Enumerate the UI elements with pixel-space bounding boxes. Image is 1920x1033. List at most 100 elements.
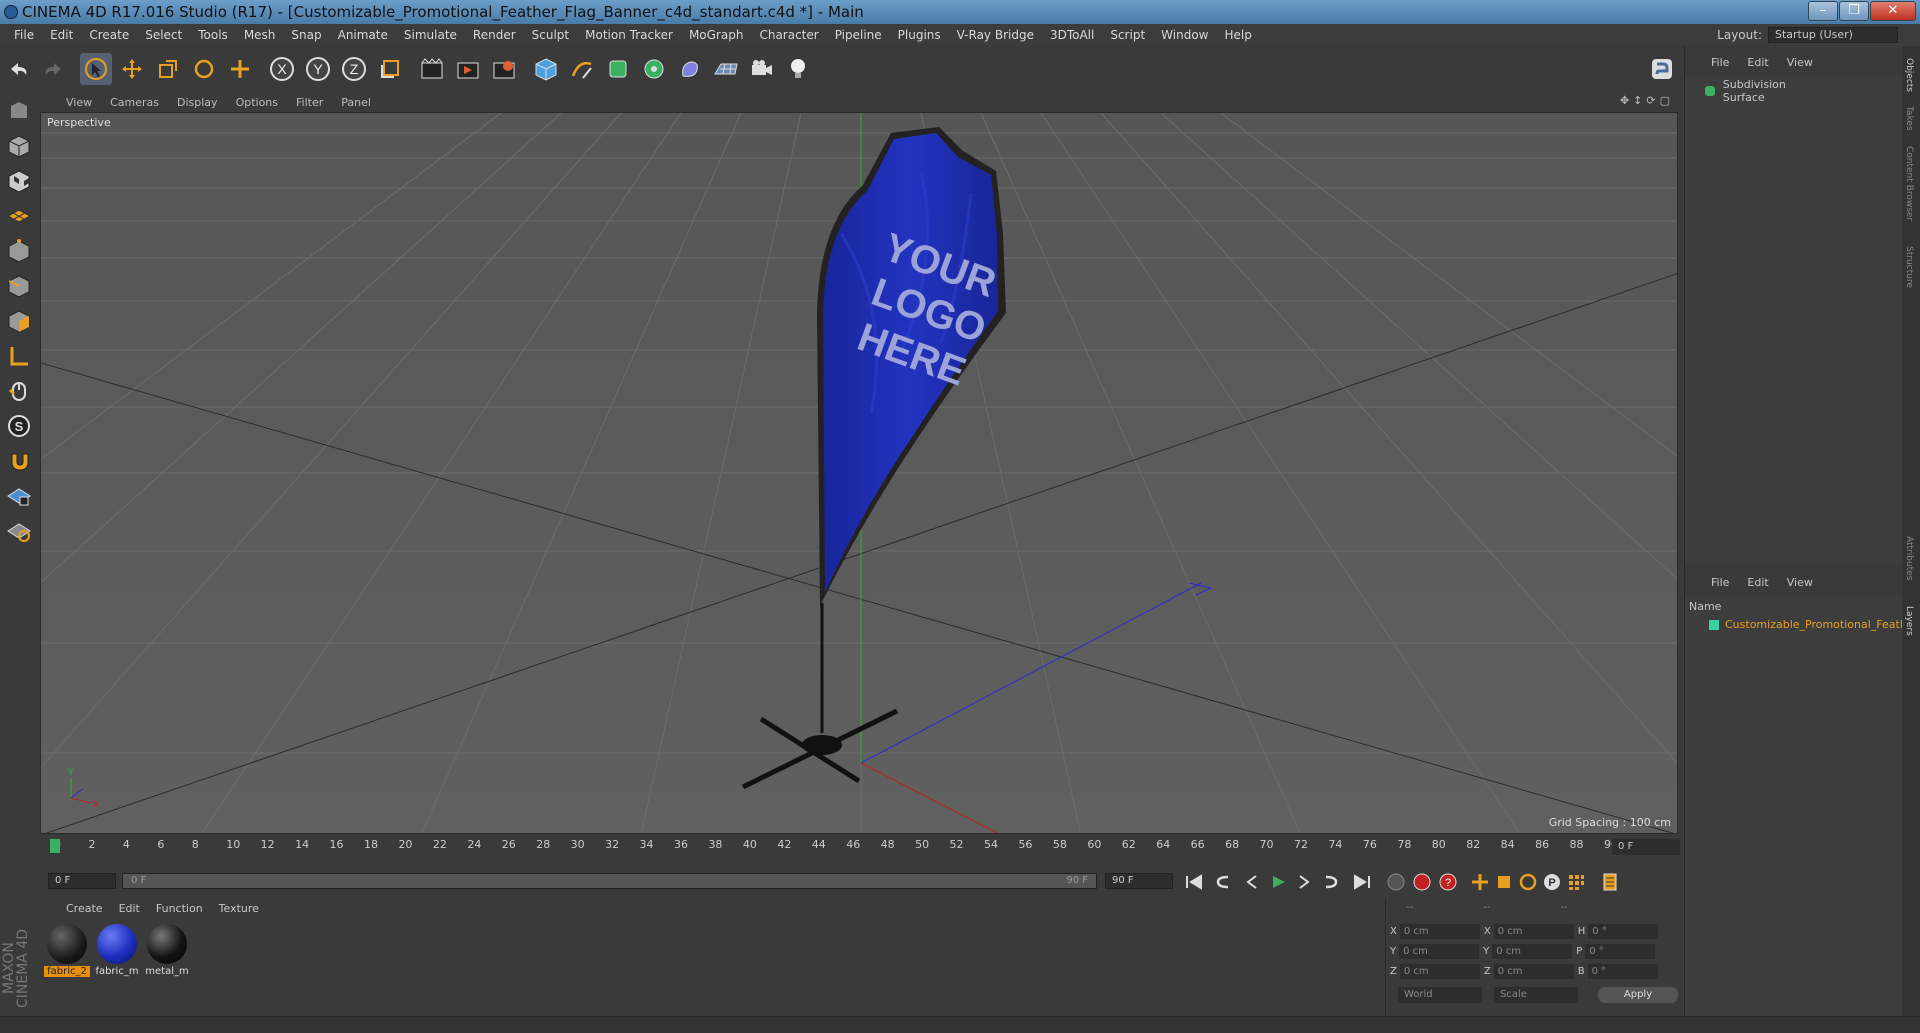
preview-range-slider[interactable]: 0 F 90 F <box>122 873 1097 889</box>
menu-sculpt[interactable]: Sculpt <box>532 28 569 42</box>
light-icon[interactable] <box>782 53 814 85</box>
coordinate-mode-dropdown[interactable]: Scale <box>1494 987 1578 1003</box>
move-icon[interactable] <box>116 53 148 85</box>
mat-menu-create[interactable]: Create <box>66 902 103 915</box>
grid-snap-icon[interactable] <box>3 480 35 512</box>
end-frame-field[interactable]: 90 F <box>1105 873 1173 889</box>
tab-objects[interactable]: Objects <box>1904 58 1914 92</box>
tweak-mode-icon[interactable] <box>3 375 35 407</box>
size-y-field[interactable]: 0 cm <box>1492 943 1573 959</box>
position-y-field[interactable]: 0 cm <box>1399 943 1480 959</box>
model-mode-icon[interactable] <box>3 130 35 162</box>
minimize-button[interactable]: – <box>1808 1 1838 21</box>
layer-menu-view[interactable]: View <box>1787 576 1813 589</box>
camera-icon[interactable] <box>746 53 778 85</box>
loop-icon[interactable] <box>1318 870 1342 894</box>
layout-dropdown[interactable]: Startup (User) <box>1768 27 1898 43</box>
undo-icon[interactable] <box>2 53 34 85</box>
rotation-b-field[interactable]: 0 ° <box>1587 963 1658 979</box>
next-frame-icon[interactable] <box>1292 870 1316 894</box>
vp-menu-filter[interactable]: Filter <box>296 96 323 109</box>
vp-menu-view[interactable]: View <box>66 96 92 109</box>
menu-snap[interactable]: Snap <box>291 28 321 42</box>
record-keys-icon[interactable] <box>1410 870 1434 894</box>
start-frame-field[interactable]: 0 F <box>48 873 116 889</box>
menu-edit[interactable]: Edit <box>50 28 73 42</box>
points-mode-icon[interactable] <box>3 235 35 267</box>
menu-motion-tracker[interactable]: Motion Tracker <box>585 28 673 42</box>
timeline-window-icon[interactable] <box>1598 870 1622 894</box>
material-swatch[interactable]: metal_m <box>144 924 190 977</box>
render-view-icon[interactable] <box>416 53 448 85</box>
edges-mode-icon[interactable] <box>3 270 35 302</box>
size-z-field[interactable]: 0 cm <box>1493 963 1574 979</box>
subdivision-surface-icon[interactable] <box>602 53 634 85</box>
size-x-field[interactable]: 0 cm <box>1493 923 1574 939</box>
menu-help[interactable]: Help <box>1224 28 1251 42</box>
menu-simulate[interactable]: Simulate <box>404 28 457 42</box>
menu-3dtoall[interactable]: 3DToAll <box>1050 28 1094 42</box>
tab-attributes[interactable]: Attributes <box>1904 536 1914 580</box>
render-settings-icon[interactable] <box>488 53 520 85</box>
live-selection-icon[interactable] <box>80 53 112 85</box>
coordinate-space-dropdown[interactable]: World <box>1398 987 1482 1003</box>
timeline-ruler[interactable]: 0246810121416182022242628303234363840424… <box>40 834 1680 858</box>
previous-frame-icon[interactable] <box>1240 870 1264 894</box>
workplane-icon[interactable] <box>3 200 35 232</box>
menu-mesh[interactable]: Mesh <box>244 28 276 42</box>
rotate-icon[interactable] <box>188 53 220 85</box>
playhead-marker[interactable] <box>50 839 60 853</box>
key-parameter-icon[interactable]: P <box>1540 870 1564 894</box>
go-to-start-icon[interactable] <box>1182 870 1206 894</box>
mat-menu-texture[interactable]: Texture <box>219 902 259 915</box>
menu-pipeline[interactable]: Pipeline <box>835 28 882 42</box>
rotation-h-field[interactable]: 0 ° <box>1588 923 1659 939</box>
key-rotation-icon[interactable] <box>1516 870 1540 894</box>
coordinate-system-icon[interactable] <box>374 53 406 85</box>
menu-plugins[interactable]: Plugins <box>898 28 941 42</box>
current-frame-field[interactable]: 0 F <box>1612 839 1680 855</box>
position-x-field[interactable]: 0 cm <box>1399 923 1480 939</box>
cube-primitive-icon[interactable] <box>530 53 562 85</box>
previous-key-icon[interactable] <box>1212 870 1236 894</box>
layer-row[interactable]: Customizable_Promotional_Feath <box>1709 618 1907 631</box>
3d-viewport[interactable]: YOUR LOGO HERE Y X Perspective Grid Spac… <box>40 112 1678 834</box>
menu-tools[interactable]: Tools <box>198 28 228 42</box>
apply-button[interactable]: Apply <box>1598 987 1678 1003</box>
solo-icon[interactable]: S <box>3 410 35 442</box>
rotation-p-field[interactable]: 0 ° <box>1585 943 1656 959</box>
zoom-view-icon[interactable]: ↕ <box>1633 94 1642 107</box>
menu-render[interactable]: Render <box>473 28 516 42</box>
key-scale-icon[interactable] <box>1492 870 1516 894</box>
layer-menu-file[interactable]: File <box>1711 576 1729 589</box>
mat-menu-function[interactable]: Function <box>156 902 203 915</box>
menu-create[interactable]: Create <box>89 28 129 42</box>
material-swatch[interactable]: fabric_2 <box>44 924 90 977</box>
make-editable-icon[interactable] <box>3 95 35 127</box>
play-icon[interactable] <box>1266 870 1290 894</box>
tab-layers[interactable]: Layers <box>1904 606 1914 636</box>
object-list[interactable]: Subdivision Surface <box>1685 76 1903 564</box>
menu-select[interactable]: Select <box>145 28 182 42</box>
mat-menu-edit[interactable]: Edit <box>119 902 140 915</box>
y-axis-lock-button[interactable]: Y <box>302 53 334 85</box>
texture-mode-icon[interactable] <box>3 165 35 197</box>
render-to-picture-viewer-icon[interactable] <box>452 53 484 85</box>
obj-menu-view[interactable]: View <box>1787 56 1813 69</box>
tab-content-browser[interactable]: Content Browser <box>1904 146 1914 221</box>
menu-file[interactable]: File <box>14 28 34 42</box>
close-button[interactable]: ✕ <box>1870 1 1916 21</box>
material-swatch[interactable]: fabric_m <box>94 924 140 977</box>
maximize-view-icon[interactable]: ▢ <box>1660 94 1670 107</box>
menu-animate[interactable]: Animate <box>338 28 388 42</box>
floor-icon[interactable] <box>710 53 742 85</box>
key-position-icon[interactable] <box>1468 870 1492 894</box>
key-pla-icon[interactable] <box>1564 870 1588 894</box>
menu-vray-bridge[interactable]: V-Ray Bridge <box>957 28 1034 42</box>
vp-menu-cameras[interactable]: Cameras <box>110 96 159 109</box>
obj-menu-edit[interactable]: Edit <box>1747 56 1768 69</box>
layer-menu-edit[interactable]: Edit <box>1747 576 1768 589</box>
pan-view-icon[interactable]: ✥ <box>1620 94 1629 107</box>
snap-icon[interactable] <box>3 445 35 477</box>
tab-structure[interactable]: Structure <box>1904 246 1914 288</box>
